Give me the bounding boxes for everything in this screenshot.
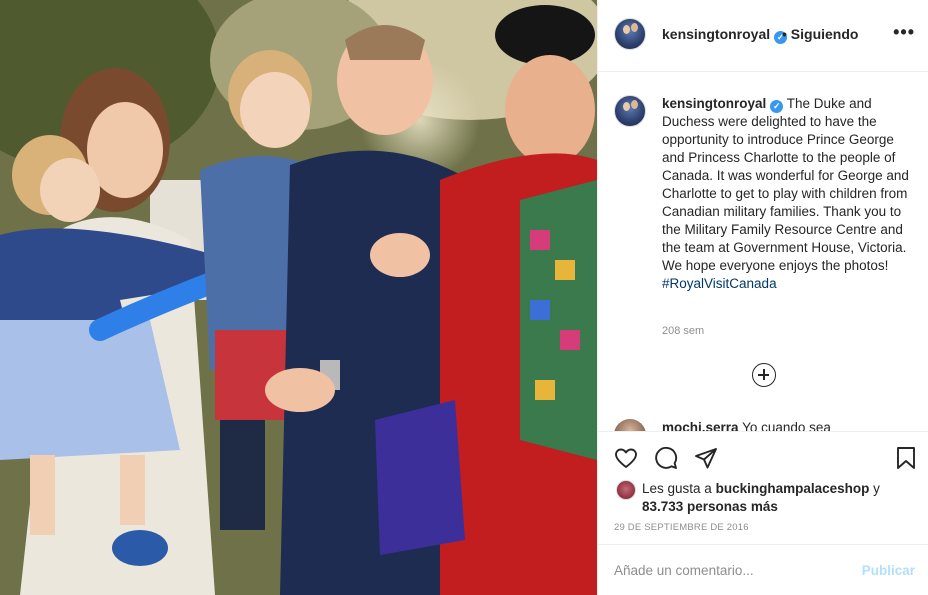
likes-middle: y — [873, 481, 880, 496]
share-icon[interactable] — [694, 446, 718, 470]
author-username-text[interactable]: kensingtonroyal — [662, 26, 770, 42]
comment-icon[interactable] — [654, 446, 678, 470]
caption-hashtag[interactable]: #RoyalVisitCanada — [662, 276, 777, 291]
caption-text: The Duke and Duchess were delighted to h… — [662, 96, 909, 273]
bookmark-icon[interactable] — [894, 446, 918, 470]
likes-user[interactable]: buckinghampalaceshop — [716, 481, 870, 496]
comment-input[interactable]: Añade un comentario... — [614, 563, 754, 578]
liker-avatar[interactable] — [616, 480, 636, 500]
plus-circle-icon[interactable] — [752, 363, 776, 387]
verified-badge-icon: ✓ — [770, 100, 784, 113]
post-date[interactable]: 29 DE SEPTIEMBRE DE 2016 — [614, 522, 749, 533]
comment-text: Yo cuando sea — [742, 420, 831, 431]
follow-status[interactable]: • Siguiendo — [782, 26, 858, 42]
likes-prefix: Les gusta a — [642, 481, 712, 496]
post-caption: kensingtonroyal ✓ The Duke and Duchess we… — [662, 95, 912, 293]
post-header: kensingtonroyal ✓ • Siguiendo ••• — [598, 0, 928, 72]
royal-family-photo — [0, 0, 597, 595]
likes-count[interactable]: 83.733 personas más — [642, 499, 778, 514]
post-photo[interactable] — [0, 0, 597, 595]
author-avatar[interactable] — [614, 18, 646, 50]
caption-age[interactable]: 208 sem — [662, 325, 704, 337]
author-username[interactable]: kensingtonroyal ✓ — [662, 26, 788, 44]
commenter-username[interactable]: mochi.serra — [662, 420, 739, 431]
add-comment-bar: Añade un comentario... Publicar — [598, 544, 928, 595]
actions-bar: Les gusta a buckinghampalaceshop y 83.73… — [598, 431, 928, 544]
caption-author-avatar[interactable] — [614, 95, 646, 127]
caption-username[interactable]: kensingtonroyal — [662, 96, 766, 111]
commenter-avatar[interactable] — [614, 419, 646, 431]
comment-row: mochi.serra Yo cuando sea — [662, 420, 831, 431]
publish-button[interactable]: Publicar — [862, 563, 915, 578]
heart-icon[interactable] — [614, 446, 638, 470]
likes-summary: Les gusta a buckinghampalaceshop y 83.73… — [642, 480, 922, 516]
more-options-icon[interactable]: ••• — [893, 22, 915, 43]
instagram-post: kensingtonroyal ✓ • Siguiendo ••• kensing… — [0, 0, 928, 595]
comments-area: kensingtonroyal ✓ The Duke and Duchess we… — [598, 73, 928, 431]
post-sidebar: kensingtonroyal ✓ • Siguiendo ••• kensing… — [597, 0, 928, 595]
